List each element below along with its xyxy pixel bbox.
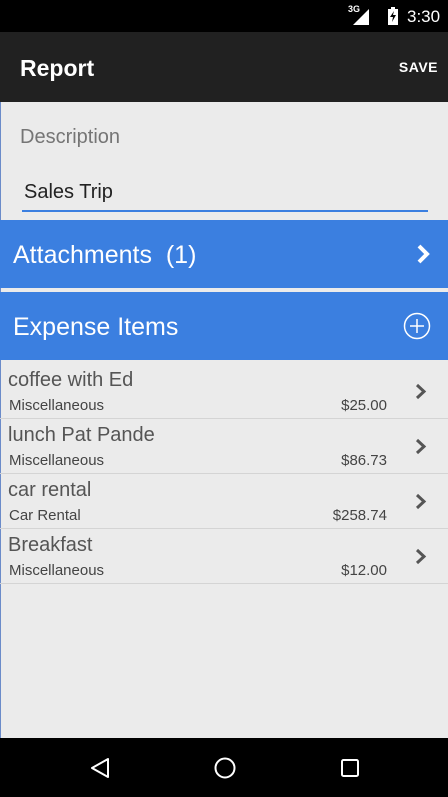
chevron-right-icon — [415, 438, 427, 455]
chevron-right-icon — [415, 383, 427, 400]
expense-name: lunch Pat Pande — [8, 424, 155, 446]
description-field[interactable] — [22, 174, 428, 212]
expense-category: Miscellaneous — [9, 562, 105, 579]
expense-name: car rental — [8, 479, 92, 501]
save-button[interactable]: SAVE — [399, 59, 438, 75]
recent-apps-icon[interactable] — [338, 756, 362, 780]
expense-amount: $86.73 — [341, 452, 387, 469]
chevron-right-icon — [417, 244, 430, 264]
expense-item[interactable]: lunch Pat Pande Miscellaneous $86.73 — [0, 419, 448, 474]
attachments-label: Attachments (1) — [13, 241, 197, 269]
battery-icon — [388, 7, 398, 25]
chevron-right-icon — [415, 548, 427, 565]
home-icon[interactable] — [213, 756, 237, 780]
expense-category: Miscellaneous — [9, 397, 105, 414]
expense-items-header: Expense Items — [0, 292, 448, 360]
expense-amount: $25.00 — [341, 397, 387, 414]
expense-category: Car Rental — [9, 507, 81, 524]
navigation-bar — [0, 738, 448, 797]
attachments-row[interactable]: Attachments (1) — [0, 220, 448, 288]
expense-item[interactable]: coffee with Ed Miscellaneous $25.00 — [0, 364, 448, 419]
expense-amount: $12.00 — [341, 562, 387, 579]
clock: 3:30 — [407, 7, 441, 26]
back-icon[interactable] — [88, 756, 112, 780]
expense-category: Miscellaneous — [9, 452, 105, 469]
expense-item[interactable]: car rental Car Rental $258.74 — [0, 474, 448, 529]
signal-icon — [353, 9, 369, 25]
expense-name: Breakfast — [8, 534, 93, 556]
app-bar: Report SAVE — [0, 32, 448, 102]
expense-amount: $258.74 — [332, 507, 387, 524]
report-content: Description Attachments (1) Expense Item… — [0, 102, 448, 738]
expense-items-label: Expense Items — [13, 313, 179, 341]
description-label: Description — [20, 126, 121, 148]
chevron-right-icon — [415, 493, 427, 510]
page-title: Report — [20, 55, 95, 81]
expense-name: coffee with Ed — [8, 369, 134, 391]
expense-list: coffee with Ed Miscellaneous $25.00 lunc… — [0, 364, 448, 584]
add-circle-icon[interactable] — [403, 312, 431, 340]
expense-item[interactable]: Breakfast Miscellaneous $12.00 — [0, 529, 448, 584]
status-bar: 3G 3:30 — [0, 0, 448, 32]
